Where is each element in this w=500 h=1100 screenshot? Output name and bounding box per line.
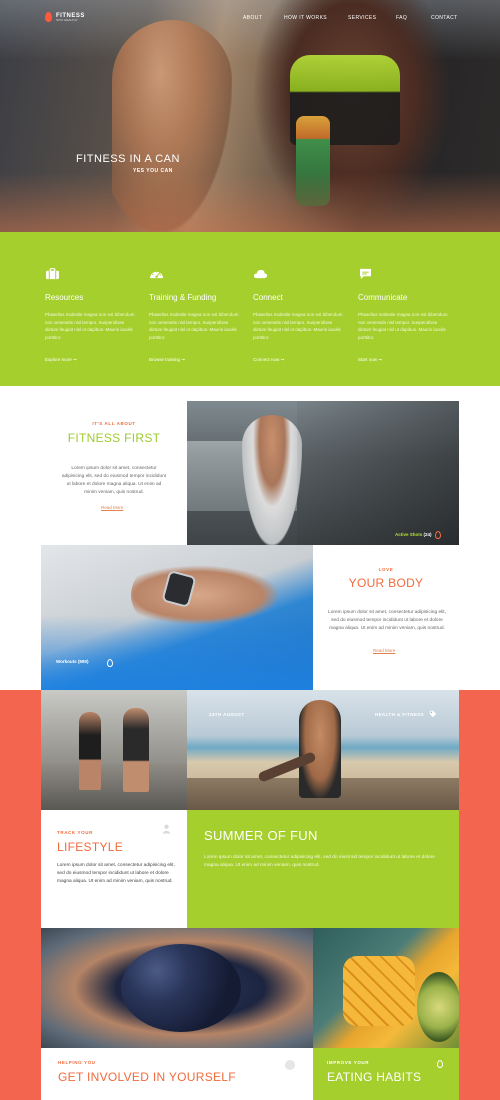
tag-icon — [429, 710, 437, 718]
drop-logo-icon — [45, 12, 52, 22]
feature-connect: Connect Phasellus molestie magna non est… — [253, 268, 345, 363]
active-shots-text: Active Shots — [395, 532, 423, 537]
summer-card: SUMMER OF FUN Lorem ipsum dolor sit amet… — [187, 810, 459, 928]
workouts-count: (980) — [77, 659, 89, 664]
feature-title: Connect — [253, 293, 283, 302]
drop-icon — [435, 531, 441, 539]
fitness-section: IT'S ALL ABOUT FITNESS FIRST Lorem ipsum… — [0, 386, 500, 690]
eating-habits-title: EATING HABITS — [327, 1070, 422, 1084]
hero-ground — [0, 172, 500, 232]
photo-runner-man — [123, 708, 149, 792]
photo-man-sitting — [299, 700, 341, 798]
feature-title: Communicate — [358, 293, 408, 302]
eating-habits-eyebrow: IMPROVE YOUR — [327, 1060, 370, 1065]
runners-photo[interactable] — [41, 690, 187, 810]
briefcase-icon — [46, 268, 59, 280]
features-section: Resources Phasellus molestie magna non e… — [0, 232, 500, 386]
love-body-eyebrow: LOVE — [378, 567, 394, 572]
feature-link-label: Start now — [358, 357, 378, 362]
nav-item-services[interactable]: SERVICES — [348, 15, 376, 21]
mango-avocado-photo[interactable] — [313, 928, 459, 1048]
arrow-right-icon: ➞ — [73, 357, 77, 362]
feature-link-label: Explore more — [45, 357, 72, 362]
top-navigation: FITNESS STAY HEALTHY ABOUT HOW IT WORKS … — [0, 0, 500, 34]
speedometer-icon — [150, 271, 163, 279]
active-shots-label[interactable]: Active Shots (24) — [395, 532, 432, 537]
nav-item-about[interactable]: ABOUT — [243, 15, 262, 21]
lifestyle-eyebrow: TRACK YOUR — [57, 830, 93, 835]
logo-text: FITNESS STAY HEALTHY — [56, 13, 85, 22]
grapes-photo[interactable] — [41, 928, 313, 1048]
summer-date: 24TH AUGUST — [209, 712, 245, 717]
smartwatch-photo[interactable]: Workouts (980) — [41, 545, 313, 690]
photo-wrist — [131, 565, 281, 625]
feature-title: Training & Funding — [149, 293, 217, 302]
photo-grapes — [121, 944, 241, 1032]
photo-avocado — [417, 972, 459, 1042]
feature-link[interactable]: Start now ➞ — [358, 357, 450, 363]
lifestyle-text: Lorem ipsum dolor sit amet, consectetur … — [57, 863, 175, 884]
summer-tag[interactable]: HEALTH & FITNESS — [375, 712, 424, 717]
cloud-icon — [253, 269, 268, 279]
love-body-title: YOUR BODY — [348, 576, 424, 590]
drop-icon — [107, 659, 113, 667]
photo-runner-woman — [79, 712, 101, 790]
hero-banner: FITNESS STAY HEALTHY ABOUT HOW IT WORKS … — [0, 0, 500, 232]
arrow-right-icon: ➞ — [378, 357, 383, 362]
nav-item-how-it-works[interactable]: HOW IT WORKS — [284, 15, 327, 21]
get-involved-eyebrow: HELPING YOU — [58, 1060, 96, 1065]
love-body-card: LOVE YOUR BODY Lorem ipsum dolor sit ame… — [313, 545, 459, 690]
workouts-text: Workouts — [56, 659, 77, 664]
arrow-right-icon: ➞ — [181, 357, 186, 362]
workouts-label[interactable]: Workouts (980) — [56, 659, 88, 664]
photo-blue-sleeve — [41, 615, 313, 690]
eating-habits-card: IMPROVE YOUR EATING HABITS — [313, 1048, 459, 1100]
hero-subtitle: YES YOU CAN — [133, 168, 173, 174]
feature-text: Phasellus molestie magna non est bibendu… — [253, 312, 343, 340]
arrow-right-icon: ➞ — [280, 357, 285, 362]
nav-item-contact[interactable]: CONTACT — [431, 15, 458, 21]
feature-title: Resources — [45, 293, 84, 302]
feature-resources: Resources Phasellus molestie magna non e… — [45, 268, 137, 363]
photo-mango — [343, 956, 415, 1026]
user-icon — [162, 824, 171, 834]
feature-text: Phasellus molestie magna non est bibendu… — [149, 312, 239, 340]
fitness-first-text: Lorem ipsum dolor sit amet, consectetur … — [61, 466, 167, 495]
logo-tagline: STAY HEALTHY — [56, 17, 78, 22]
photo-bridge-deck — [41, 764, 187, 810]
love-body-text: Lorem ipsum dolor sit amet, consectetur … — [328, 610, 446, 631]
lifestyle-section: 24TH AUGUST HEALTH & FITNESS TRACK YOUR … — [0, 690, 500, 1100]
get-involved-card: HELPING YOU GET INVOLVED IN YOURSELF — [41, 1048, 313, 1100]
lifestyle-card: TRACK YOUR LIFESTYLE Lorem ipsum dolor s… — [41, 810, 187, 928]
logo[interactable]: FITNESS STAY HEALTHY — [45, 12, 85, 22]
fitness-first-title: FITNESS FIRST — [67, 431, 161, 445]
feature-link-label: Connect now — [253, 357, 280, 362]
fitness-woman-photo[interactable]: Active Shots (24) — [187, 401, 459, 545]
summer-title: SUMMER OF FUN — [204, 828, 318, 843]
feature-text: Phasellus molestie magna non est bibendu… — [358, 312, 448, 340]
hero-title: FITNESS IN A CAN — [76, 153, 180, 165]
drop-icon — [437, 1060, 443, 1068]
feature-text: Phasellus molestie magna non est bibendu… — [45, 312, 135, 340]
nav-item-faq[interactable]: FAQ — [396, 15, 407, 21]
summer-text: Lorem ipsum dolor sit amet, consectetur … — [204, 855, 435, 868]
feature-link-label: Browse training — [149, 357, 181, 362]
circle-icon — [285, 1060, 295, 1070]
beach-photo[interactable]: 24TH AUGUST HEALTH & FITNESS — [187, 690, 459, 810]
love-body-read-more-link[interactable]: Read More — [373, 648, 395, 653]
fitness-first-eyebrow: IT'S ALL ABOUT — [92, 421, 136, 426]
active-shots-count: (24) — [423, 532, 432, 537]
fitness-first-card: IT'S ALL ABOUT FITNESS FIRST Lorem ipsum… — [41, 401, 187, 545]
feature-link[interactable]: Explore more ➞ — [45, 357, 137, 363]
chat-icon — [359, 268, 372, 280]
get-involved-title: GET INVOLVED IN YOURSELF — [58, 1070, 236, 1084]
lifestyle-title: LIFESTYLE — [57, 840, 124, 854]
photo-woman-figure — [242, 415, 302, 545]
feature-training: Training & Funding Phasellus molestie ma… — [149, 268, 241, 363]
feature-communicate: Communicate Phasellus molestie magna non… — [358, 268, 450, 363]
fitness-first-read-more-link[interactable]: Read More — [101, 505, 123, 510]
feature-link[interactable]: Connect now ➞ — [253, 357, 345, 363]
feature-link[interactable]: Browse training ➞ — [149, 357, 241, 363]
photo-shade — [297, 401, 459, 545]
